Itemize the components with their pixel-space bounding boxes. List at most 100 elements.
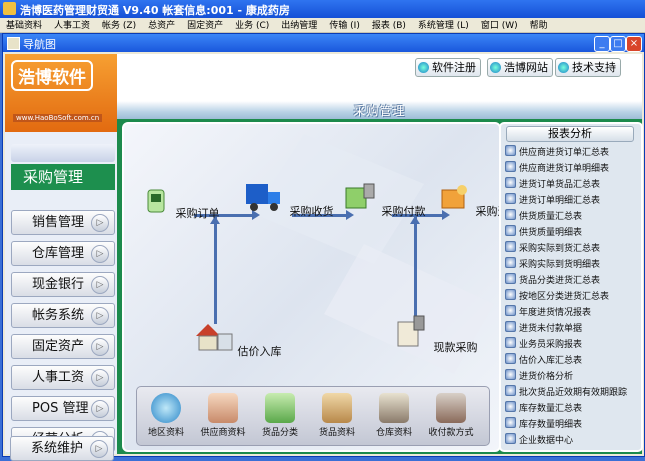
report-item[interactable]: 货品分类进货汇总表	[505, 273, 600, 286]
flow-node-label: 估价入库	[237, 345, 282, 358]
truck-icon	[246, 184, 280, 211]
tray-item-goods[interactable]: 货品资料	[312, 393, 362, 438]
register-button[interactable]: 软件注册	[415, 58, 481, 77]
menu-item[interactable]: 帐务 (Z)	[96, 19, 142, 33]
report-item[interactable]: 采购实际到货明细表	[505, 257, 600, 270]
maximize-button[interactable]: □	[610, 36, 626, 52]
menu-item[interactable]: 基础资料	[0, 19, 48, 33]
report-icon	[505, 273, 516, 284]
flow-node-estimate-stockin[interactable]: 估价入库	[190, 320, 282, 359]
menu-item[interactable]: 系统管理 (L)	[412, 19, 475, 33]
base-data-tray: 地区资料 供应商资料 货品分类 货品资料 仓库资料 收付款方式	[136, 386, 490, 446]
report-item[interactable]: 企业数据中心	[505, 433, 573, 446]
flow-node-payment[interactable]: 采购付款	[342, 182, 426, 219]
report-label: 批次货品近效期有效期跟踪	[519, 388, 628, 398]
sidebar-item-accounts[interactable]: 帐务系统 ▷	[11, 303, 115, 328]
logo: 浩博软件	[11, 60, 93, 91]
report-item[interactable]: 业务员采购报表	[505, 337, 582, 350]
report-panel: 报表分析 供应商进货订单汇总表 供应商进货订单明细表 进货订单货品汇总表 进货订…	[499, 122, 643, 452]
tray-item-region[interactable]: 地区资料	[141, 393, 191, 438]
globe-icon	[490, 62, 501, 73]
report-item[interactable]: 供应商进货订单明细表	[505, 161, 609, 174]
report-item[interactable]: 年度进货情况报表	[505, 305, 591, 318]
arrow-right-icon: ▷	[91, 307, 109, 325]
menu-item[interactable]: 固定资产	[181, 19, 229, 33]
sidebar-item-fixed-assets[interactable]: 固定资产 ▷	[11, 334, 115, 359]
category-icon	[265, 393, 295, 423]
report-label: 供货质量明细表	[519, 228, 583, 238]
menu-item[interactable]: 窗口 (W)	[475, 19, 524, 33]
app-icon	[3, 2, 16, 15]
tray-item-warehouse[interactable]: 仓库资料	[369, 393, 419, 438]
flow-node-label: 采购付款	[381, 205, 426, 218]
menu-item[interactable]: 出纳管理	[275, 19, 323, 33]
section-header: 采购管理	[117, 101, 642, 119]
flow-node-label: 采购收货	[289, 205, 334, 218]
report-icon	[505, 369, 516, 380]
report-item[interactable]: 估价入库汇总表	[505, 353, 582, 366]
report-item[interactable]: 供应商进货订单汇总表	[505, 145, 609, 158]
report-item[interactable]: 进货价格分析	[505, 369, 573, 382]
tray-item-label: 收付款方式	[428, 428, 474, 438]
tray-item-supplier[interactable]: 供应商资料	[198, 393, 248, 438]
flow-node-purchase-order[interactable]: 采购订单	[142, 186, 220, 221]
flow-node-receiving[interactable]: 采购收货	[242, 180, 334, 219]
sidebar-item-sales[interactable]: 销售管理 ▷	[11, 210, 115, 235]
goods-icon	[322, 393, 352, 423]
warehouse-icon	[196, 324, 233, 351]
sidebar-item-payroll[interactable]: 人事工资 ▷	[11, 365, 115, 390]
support-button[interactable]: 技术支持	[555, 58, 621, 77]
flow-node-label: 采购订单	[175, 207, 220, 220]
report-item[interactable]: 采购实际到货汇总表	[505, 241, 601, 254]
report-label: 采购实际到货汇总表	[519, 244, 601, 254]
report-item[interactable]: 进货订单货品汇总表	[505, 177, 600, 190]
report-icon	[505, 145, 516, 156]
report-item[interactable]: 供货质量明细表	[505, 225, 583, 238]
sidebar-item-label: 仓库管理	[32, 246, 85, 261]
sidebar-item-warehouse[interactable]: 仓库管理 ▷	[11, 241, 115, 266]
report-item[interactable]: 按地区分类进货汇总表	[505, 289, 609, 302]
menu-item[interactable]: 报表 (B)	[366, 19, 412, 33]
menu-item[interactable]: 总资产	[142, 19, 181, 33]
payment-icon	[345, 183, 375, 209]
arrow-right-icon: ▷	[90, 440, 108, 458]
report-icon	[505, 321, 516, 332]
arrow-right-icon: ▷	[91, 400, 109, 418]
report-icon	[505, 289, 516, 300]
report-item[interactable]: 库存数量汇总表	[505, 401, 582, 414]
report-item[interactable]: 进货未付款单据	[505, 321, 583, 334]
sidebar-item-pos[interactable]: POS 管理 ▷	[11, 396, 115, 421]
menu-item[interactable]: 业务 (C)	[229, 19, 275, 33]
purchase-flow-diagram: 采购订单 采购收货 采购付款 采购退货 估价入库 现款采购	[122, 122, 501, 452]
navigation-window-title: 导航图	[23, 38, 56, 51]
report-icon	[505, 193, 516, 204]
tray-item-label: 仓库资料	[375, 428, 412, 438]
report-item[interactable]: 批次货品近效期有效期跟踪	[505, 385, 628, 398]
arrow-right-icon: ▷	[91, 369, 109, 387]
minimize-button[interactable]: _	[594, 36, 610, 52]
report-item[interactable]: 进货订单明细汇总表	[505, 193, 600, 206]
website-label: 浩博网站	[504, 61, 548, 74]
flow-node-cash-purchase[interactable]: 现款采购	[390, 314, 478, 355]
report-label: 进货未付款单据	[519, 324, 583, 334]
report-icon	[505, 241, 516, 252]
menu-item[interactable]: 传输 (I)	[323, 19, 366, 33]
sidebar-item-label: POS 管理	[32, 401, 89, 416]
report-item[interactable]: 库存数量明细表	[505, 417, 582, 430]
report-icon	[505, 417, 516, 428]
sidebar-item-cash-bank[interactable]: 现金银行 ▷	[11, 272, 115, 297]
menu-item[interactable]: 帮助	[524, 19, 554, 33]
report-item[interactable]: 供货质量汇总表	[505, 209, 582, 222]
tray-item-payment-method[interactable]: 收付款方式	[426, 393, 476, 438]
menu-item[interactable]: 人事工资	[48, 19, 96, 33]
main-content: 浩博软件 www.HaoBoSoft.com.cn 软件注册 浩博网站 技术支持…	[5, 54, 643, 454]
arrow-right-icon: ▷	[91, 214, 109, 232]
return-goods-icon	[441, 185, 467, 209]
tray-item-category[interactable]: 货品分类	[255, 393, 305, 438]
close-button[interactable]: ×	[626, 36, 642, 52]
website-button[interactable]: 浩博网站	[487, 58, 553, 77]
tray-item-label: 供应商资料	[200, 428, 246, 438]
sidebar-item-maintenance[interactable]: 系统维护 ▷	[10, 436, 114, 461]
sidebar-item-label: 系统维护	[31, 441, 84, 456]
flow-node-return[interactable]: 采购退货	[436, 182, 499, 219]
